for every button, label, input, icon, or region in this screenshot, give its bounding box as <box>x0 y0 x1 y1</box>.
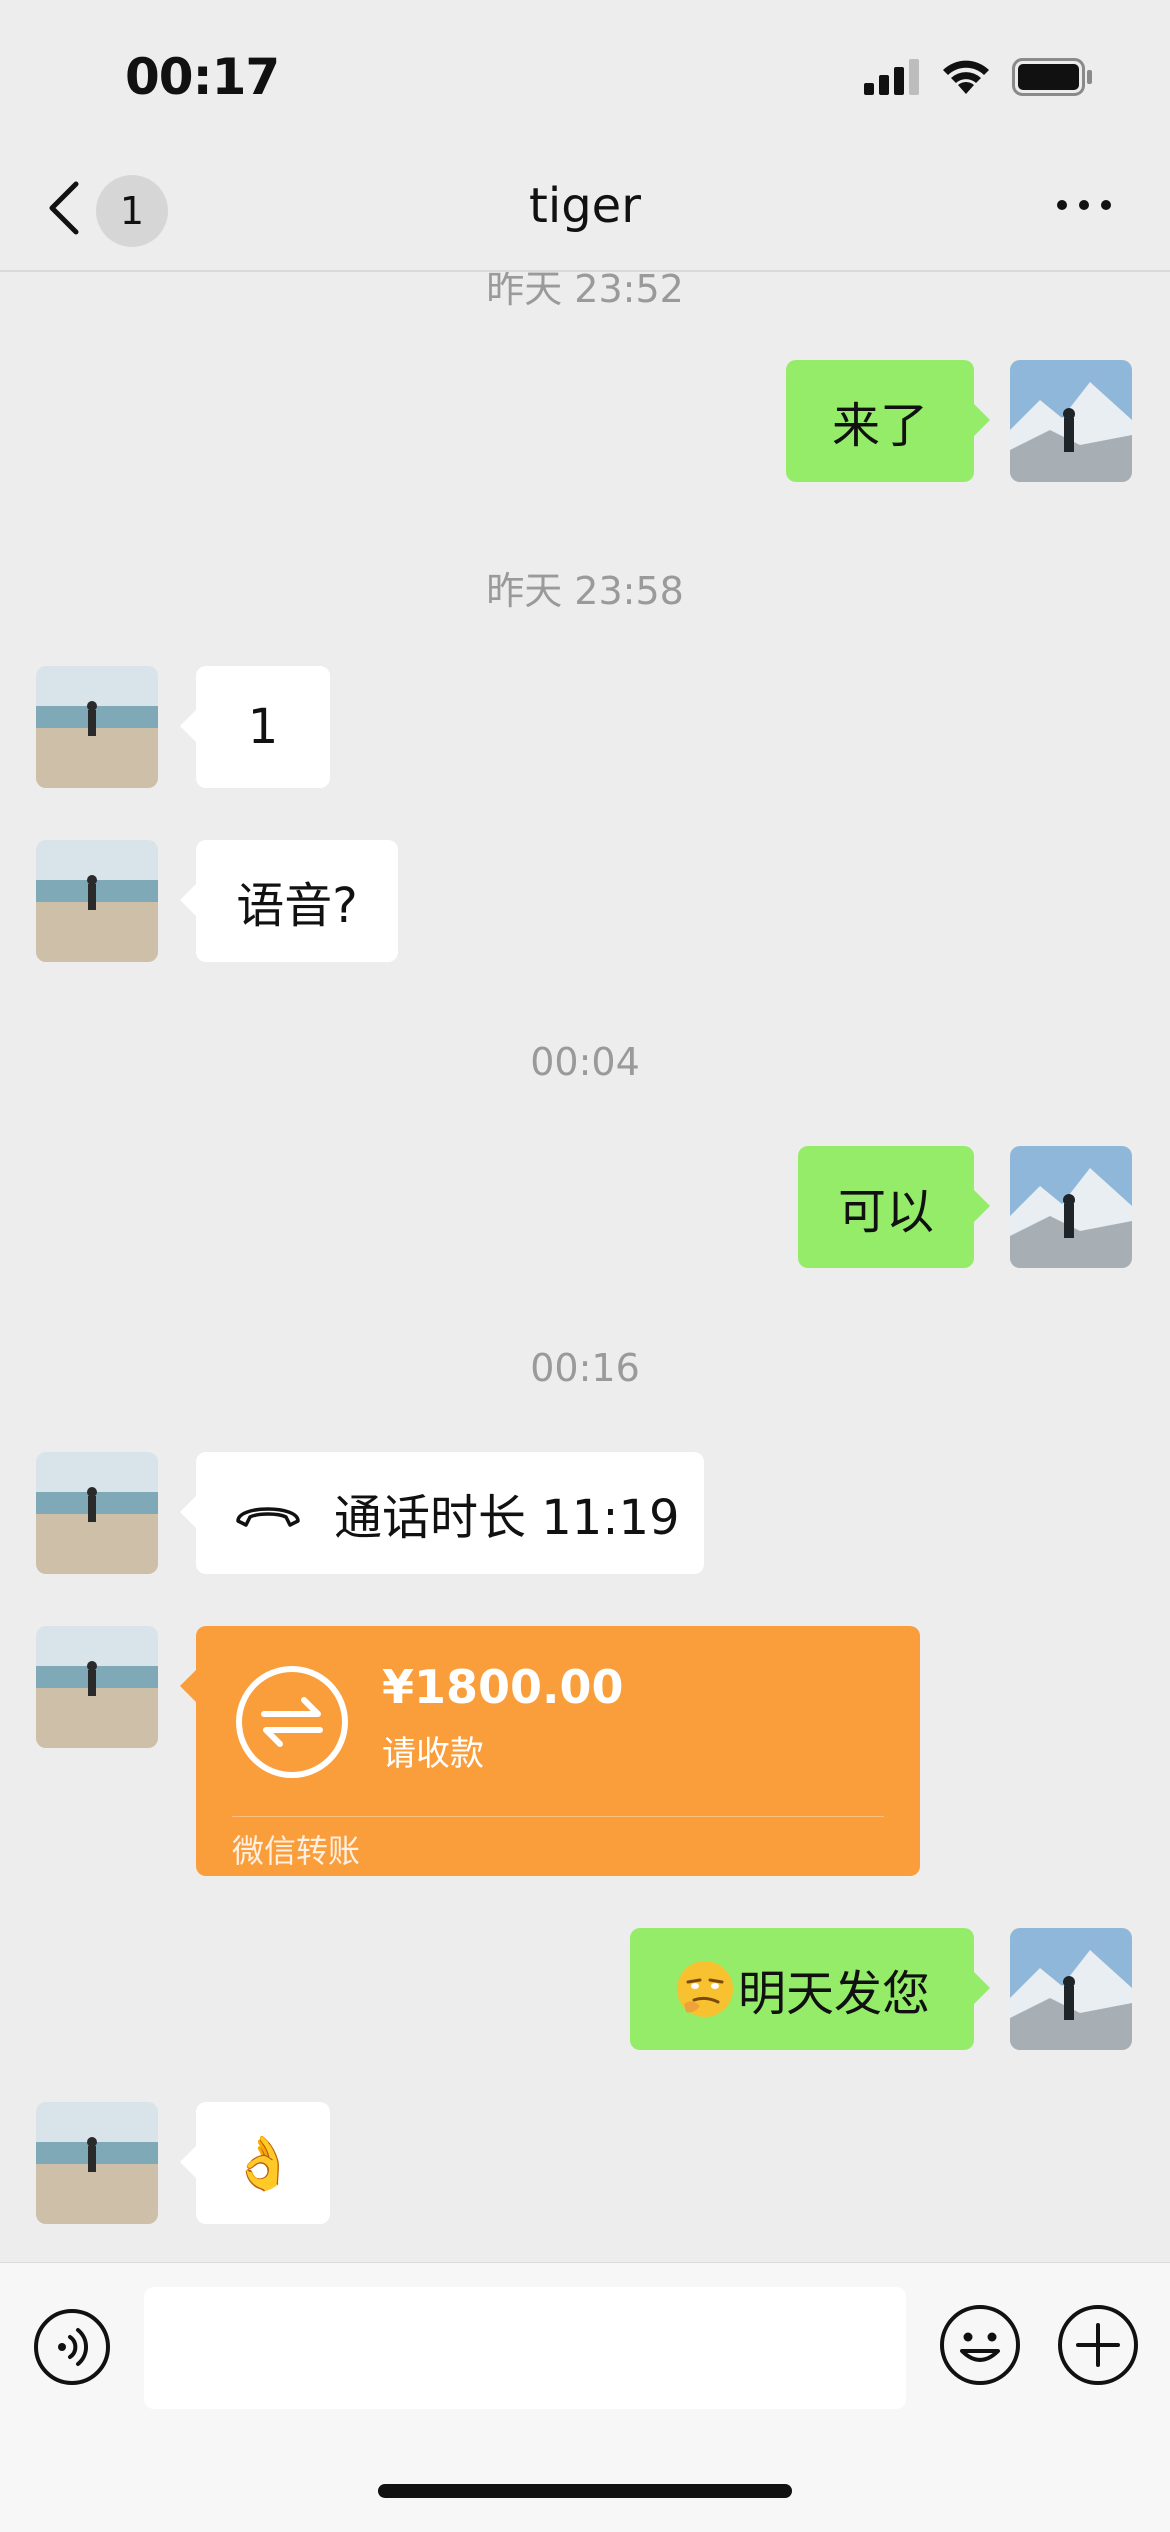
status-bar: 00:17 <box>0 0 1170 150</box>
wifi-icon <box>943 60 989 94</box>
status-icons <box>864 58 1094 96</box>
transfer-status: 请收款 <box>382 1734 484 1774</box>
message-text: 明天发您 <box>737 1966 930 2022</box>
more-dots-icon[interactable] <box>1054 190 1114 220</box>
status-time: 00:17 <box>125 48 280 106</box>
message-input[interactable] <box>144 2287 906 2409</box>
plus-circle-icon[interactable] <box>1056 2303 1140 2387</box>
mountain-avatar-image <box>1010 1146 1132 1268</box>
transfer-footer: 微信转账 <box>232 1832 361 1870</box>
call-duration-text: 通话时长 11:19 <box>334 1490 680 1546</box>
voice-icon[interactable] <box>32 2307 112 2387</box>
beach-avatar-image <box>36 1452 158 1574</box>
mountain-avatar-image <box>1010 1928 1132 2050</box>
beach-avatar-image <box>36 2102 158 2224</box>
avatar[interactable] <box>36 1452 158 1574</box>
transfer-amount: ¥1800.00 <box>382 1660 624 1714</box>
message-text: 可以 <box>837 1184 934 1240</box>
avatar[interactable] <box>36 840 158 962</box>
cellular-signal-icon <box>864 59 919 95</box>
message-list[interactable]: 昨天 23:52 来了 昨天 23:58 1 语音? 00:04 可以 00:1… <box>0 272 1170 2262</box>
message-bubble[interactable]: 可以 <box>798 1146 990 1268</box>
timestamp: 00:04 <box>530 1040 640 1084</box>
avatar[interactable] <box>36 2102 158 2224</box>
emoji-bubble[interactable]: 👌 <box>180 2102 330 2224</box>
transfer-divider <box>232 1816 884 1817</box>
beach-avatar-image <box>36 666 158 788</box>
avatar[interactable] <box>1010 360 1132 482</box>
beach-avatar-image <box>36 1626 158 1748</box>
message-text: 1 <box>247 699 279 755</box>
beach-avatar-image <box>36 840 158 962</box>
message-text: 来了 <box>831 398 928 454</box>
timestamp: 昨天 23:58 <box>486 569 684 613</box>
avatar[interactable] <box>36 666 158 788</box>
message-bubble[interactable]: 明天发您 <box>630 1928 990 2050</box>
nav-bar: 1 tiger <box>0 150 1170 272</box>
smirk-emoji-icon <box>676 1961 733 2017</box>
avatar[interactable] <box>1010 1928 1132 2050</box>
mountain-avatar-image <box>1010 360 1132 482</box>
transfer-card[interactable]: ¥1800.00 请收款 微信转账 <box>180 1626 920 1876</box>
message-bubble[interactable]: 来了 <box>786 360 990 482</box>
emoji-face-icon[interactable] <box>938 2303 1022 2387</box>
call-record-bubble[interactable]: 通话时长 11:19 <box>180 1452 704 1574</box>
ok-hand-emoji: 👌 <box>230 2133 296 2194</box>
home-indicator[interactable] <box>378 2484 792 2498</box>
message-bubble[interactable]: 语音? <box>180 840 398 962</box>
message-text: 语音? <box>236 878 358 934</box>
battery-icon <box>1012 58 1092 96</box>
timestamp: 00:16 <box>530 1346 640 1390</box>
chat-title: tiger <box>529 178 641 234</box>
chat-screen: 00:17 1 tiger 昨天 23:52 来了 昨天 23:58 1 语音?… <box>0 0 1170 2532</box>
timestamp: 昨天 23:52 <box>486 272 684 311</box>
transfer-arrows-icon <box>236 1666 348 1778</box>
avatar[interactable] <box>36 1626 158 1748</box>
avatar[interactable] <box>1010 1146 1132 1268</box>
message-bubble[interactable]: 1 <box>180 666 330 788</box>
phone-hangup-icon <box>236 1507 300 1527</box>
